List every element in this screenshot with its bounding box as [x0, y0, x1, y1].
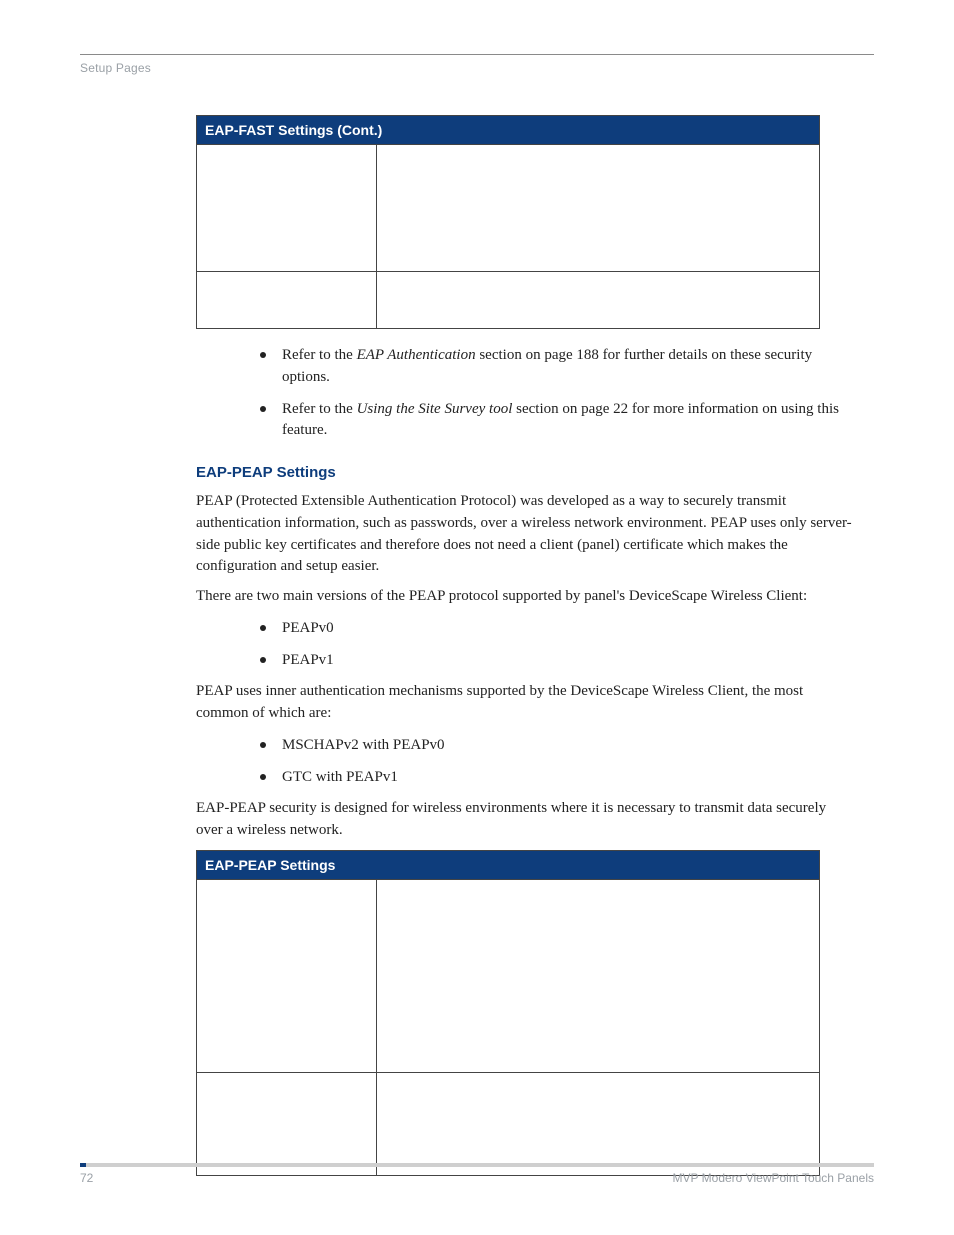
- list-item: GTC with PEAPv1: [260, 767, 854, 789]
- table-row: [197, 1072, 820, 1175]
- doc-title: MVP Modero ViewPoint Touch Panels: [673, 1171, 874, 1185]
- table-row: [197, 145, 820, 272]
- page-number: 72: [80, 1171, 93, 1185]
- table-title: EAP-PEAP Settings: [197, 850, 820, 879]
- table-title: EAP-FAST Settings (Cont.): [197, 116, 820, 145]
- ref-pre: Refer to the: [282, 401, 357, 417]
- paragraph: PEAP (Protected Extensible Authenticatio…: [196, 491, 854, 578]
- table-eap-peap: EAP-PEAP Settings: [196, 850, 820, 1176]
- running-header: Setup Pages: [80, 61, 874, 75]
- table-eap-fast-cont: EAP-FAST Settings (Cont.): [196, 115, 820, 329]
- list-item: MSCHAPv2 with PEAPv0: [260, 735, 854, 757]
- ref-emph: EAP Authentication: [357, 347, 476, 363]
- table-row: [197, 272, 820, 329]
- list-item: Refer to the EAP Authentication section …: [260, 345, 854, 389]
- reference-list: Refer to the EAP Authentication section …: [260, 345, 854, 442]
- paragraph: PEAP uses inner authentication mechanism…: [196, 681, 854, 725]
- paragraph: EAP-PEAP security is designed for wirele…: [196, 798, 854, 842]
- list-item: PEAPv1: [260, 650, 854, 672]
- list-mechanisms: MSCHAPv2 with PEAPv0 GTC with PEAPv1: [260, 735, 854, 789]
- section-heading: EAP-PEAP Settings: [196, 464, 854, 481]
- table-row: [197, 879, 820, 1072]
- ref-pre: Refer to the: [282, 347, 357, 363]
- list-item: PEAPv0: [260, 618, 854, 640]
- paragraph: There are two main versions of the PEAP …: [196, 586, 854, 608]
- list-versions: PEAPv0 PEAPv1: [260, 618, 854, 672]
- ref-emph: Using the Site Survey tool: [357, 401, 513, 417]
- list-item: Refer to the Using the Site Survey tool …: [260, 399, 854, 443]
- page-footer: 72 MVP Modero ViewPoint Touch Panels: [80, 1163, 874, 1185]
